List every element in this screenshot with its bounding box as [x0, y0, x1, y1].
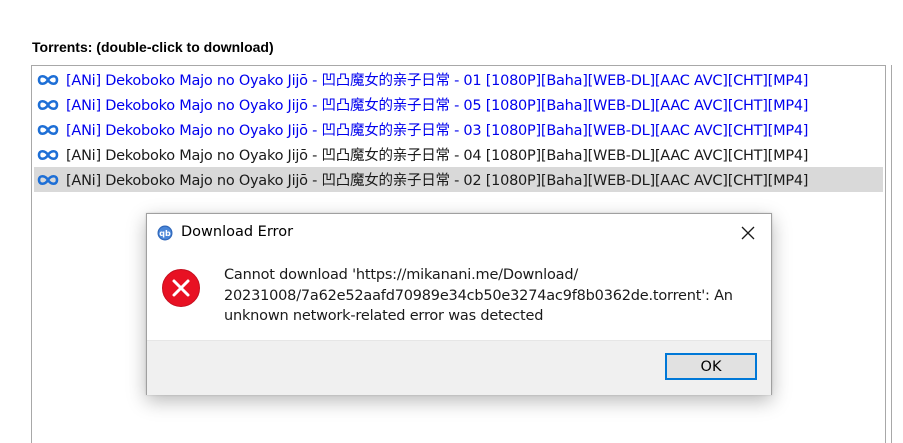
error-message-line: 20231008/7a62e52aafd70989e34cb50e3274ac9…	[224, 287, 733, 304]
link-icon	[37, 124, 59, 135]
qbittorrent-icon: qb	[157, 225, 173, 241]
torrents-section-title: Torrents: (double-click to download)	[32, 39, 274, 55]
ok-button[interactable]: OK	[665, 353, 757, 380]
torrent-row[interactable]: [ANi] Dekoboko Majo no Oyako Jijō - 凹凸魔女…	[34, 92, 883, 117]
torrent-name: [ANi] Dekoboko Majo no Oyako Jijō - 凹凸魔女…	[66, 123, 809, 139]
page: Torrents: (double-click to download) [AN…	[0, 0, 903, 443]
dialog-body: Cannot download 'https://mikanani.me/Dow…	[147, 252, 771, 340]
dialog-title: Download Error	[181, 224, 294, 240]
close-button[interactable]	[731, 220, 765, 246]
torrent-list: [ANi] Dekoboko Majo no Oyako Jijō - 凹凸魔女…	[34, 67, 883, 192]
error-message: Cannot download 'https://mikanani.me/Dow…	[224, 265, 754, 327]
dialog-titlebar[interactable]: qb Download Error	[147, 214, 771, 252]
download-error-dialog: qb Download Error Cannot download 'https…	[146, 213, 772, 395]
torrent-row[interactable]: [ANi] Dekoboko Majo no Oyako Jijō - 凹凸魔女…	[34, 142, 883, 167]
link-icon	[37, 74, 59, 85]
torrent-row[interactable]: [ANi] Dekoboko Majo no Oyako Jijō - 凹凸魔女…	[34, 67, 883, 92]
link-icon	[37, 99, 59, 110]
error-message-line: unknown network-related error was detect…	[224, 308, 544, 324]
torrent-row-selected[interactable]: [ANi] Dekoboko Majo no Oyako Jijō - 凹凸魔女…	[34, 167, 883, 192]
dialog-footer: OK	[147, 340, 771, 395]
torrent-name: [ANi] Dekoboko Majo no Oyako Jijō - 凹凸魔女…	[66, 173, 809, 189]
torrent-name: [ANi] Dekoboko Majo no Oyako Jijō - 凹凸魔女…	[66, 98, 809, 114]
link-icon	[37, 149, 59, 160]
svg-text:qb: qb	[159, 229, 171, 238]
torrent-name: [ANi] Dekoboko Majo no Oyako Jijō - 凹凸魔女…	[66, 73, 809, 89]
error-icon	[162, 269, 200, 307]
close-icon	[741, 226, 755, 240]
right-panel-edge	[891, 65, 892, 443]
torrent-name: [ANi] Dekoboko Majo no Oyako Jijō - 凹凸魔女…	[66, 148, 809, 164]
error-message-line: Cannot download 'https://mikanani.me/Dow…	[224, 267, 579, 283]
torrent-row[interactable]: [ANi] Dekoboko Majo no Oyako Jijō - 凹凸魔女…	[34, 117, 883, 142]
link-icon	[37, 174, 59, 185]
